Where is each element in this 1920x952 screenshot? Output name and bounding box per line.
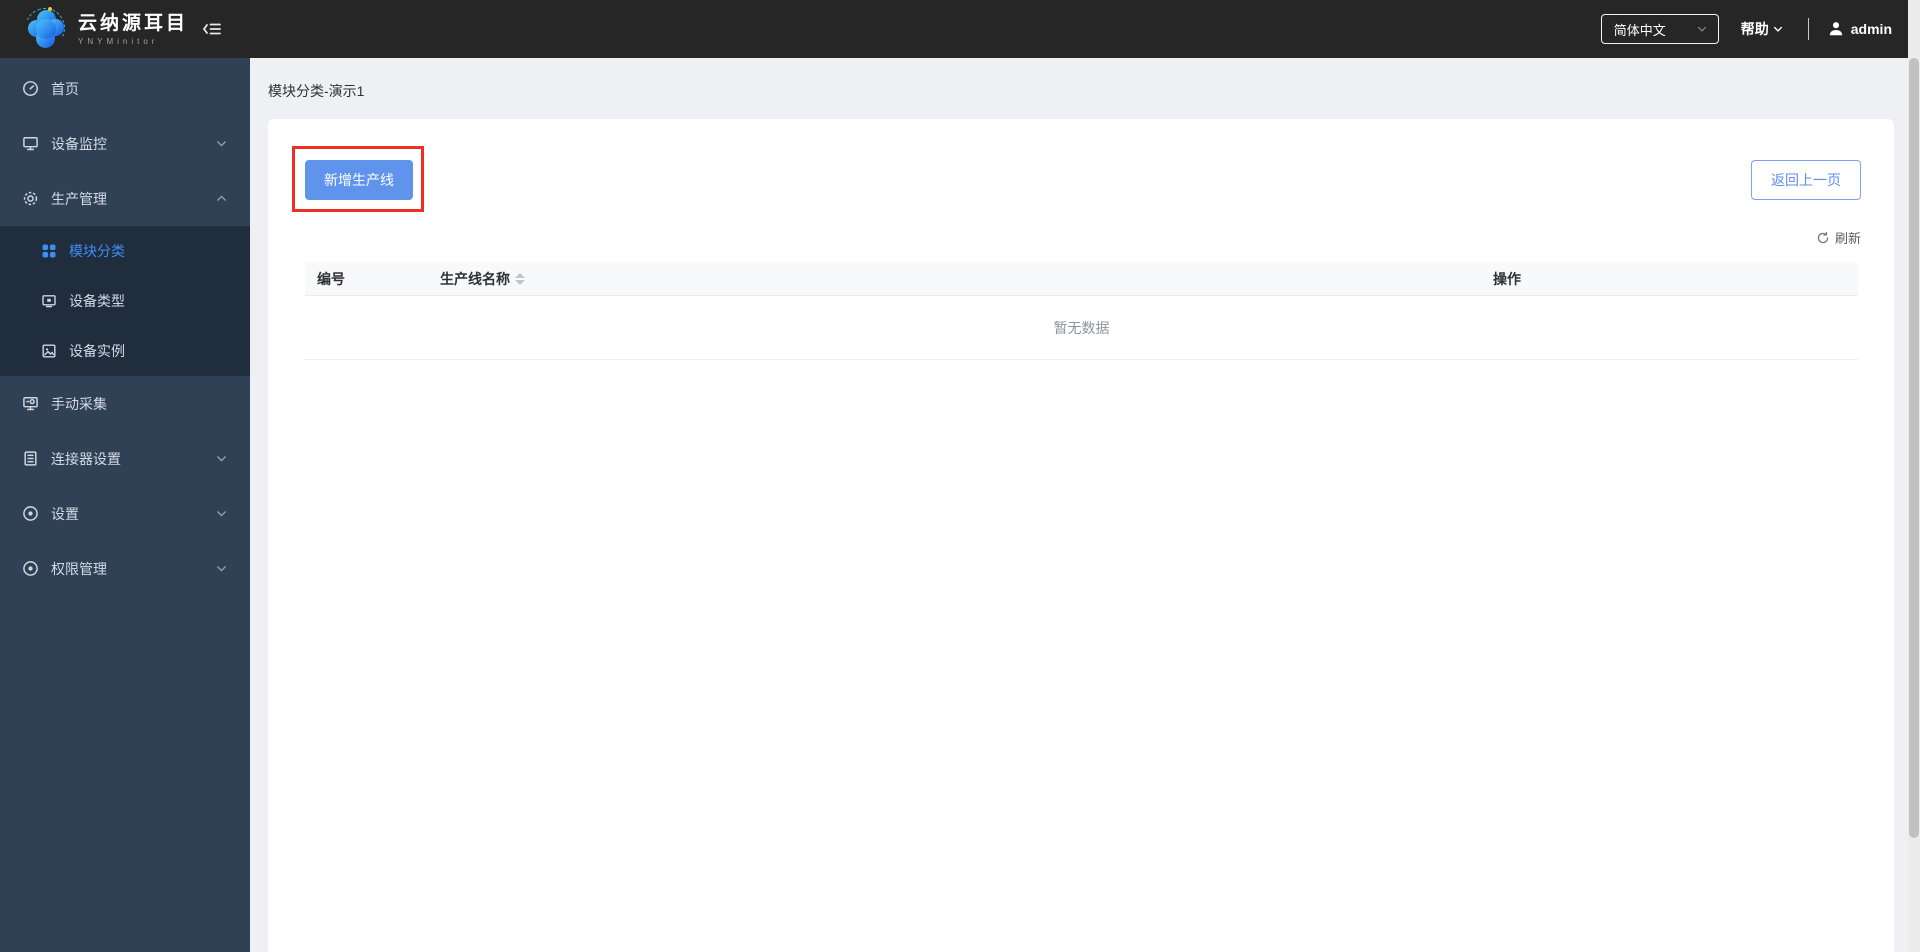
refresh-label: 刷新 <box>1834 231 1861 246</box>
chevron-up-icon <box>215 192 228 205</box>
sidebar-collapse-icon[interactable] <box>202 20 222 38</box>
content-card: 新增生产线 返回上一页 刷新 编号 生产线名称 操作 暂无数据 <box>268 119 1894 952</box>
column-header-id: 编号 <box>317 270 345 287</box>
sidebar-item-manual-collection[interactable]: 手动采集 <box>0 376 250 431</box>
sidebar-item-label: 首页 <box>51 80 79 97</box>
sidebar-item-settings[interactable]: 设置 <box>0 486 250 541</box>
table-header-row: 编号 生产线名称 操作 <box>305 262 1858 296</box>
app-subtitle: YNYMinitor <box>78 36 159 46</box>
vertical-scrollbar[interactable] <box>1908 0 1920 952</box>
sidebar-item-label: 权限管理 <box>51 560 107 577</box>
app-title: 云纳源耳目 <box>78 12 189 34</box>
language-select-value: 简体中文 <box>1613 22 1666 38</box>
production-management-submenu: 模块分类 设备类型 设备实例 <box>0 226 250 376</box>
permissions-icon <box>21 560 39 577</box>
chevron-down-icon <box>215 507 228 520</box>
chevron-down-icon <box>215 137 228 150</box>
sidebar-item-production-management[interactable]: 生产管理 <box>0 171 250 226</box>
manual-collect-icon <box>21 395 39 412</box>
sidebar-item-device-monitoring[interactable]: 设备监控 <box>0 116 250 171</box>
user-icon <box>1827 20 1845 38</box>
sidebar-subitem-module-category[interactable]: 模块分类 <box>0 226 250 276</box>
add-production-line-button[interactable]: 新增生产线 <box>305 160 413 200</box>
topbar: 云纳源耳目 YNYMinitor 简体中文 帮助 admin <box>0 0 1920 58</box>
sort-icon[interactable] <box>515 272 525 285</box>
sidebar-subitem-label: 设备实例 <box>69 343 125 359</box>
device-instance-icon <box>40 343 57 359</box>
chevron-down-icon <box>1772 23 1784 35</box>
refresh-icon <box>1816 231 1830 245</box>
column-header-name[interactable]: 生产线名称 <box>428 269 1481 289</box>
gauge-icon <box>21 80 39 97</box>
column-header-actions: 操作 <box>1493 270 1521 287</box>
refresh-button[interactable]: 刷新 <box>1816 228 1861 247</box>
monitor-icon <box>21 135 39 152</box>
sidebar-item-label: 手动采集 <box>51 395 107 412</box>
settings-icon <box>21 505 39 522</box>
sidebar-subitem-device-type[interactable]: 设备类型 <box>0 276 250 326</box>
sidebar-item-label: 设置 <box>51 505 79 522</box>
help-label: 帮助 <box>1740 21 1769 37</box>
sidebar-item-connector-settings[interactable]: 连接器设置 <box>0 431 250 486</box>
username: admin <box>1850 21 1892 37</box>
sidebar-item-label: 设备监控 <box>51 135 107 152</box>
scrollbar-thumb[interactable] <box>1909 58 1919 838</box>
production-line-table: 编号 生产线名称 操作 暂无数据 <box>305 262 1858 360</box>
connector-icon <box>21 450 39 467</box>
sidebar-subitem-device-instance[interactable]: 设备实例 <box>0 326 250 376</box>
cloud-logo-icon <box>19 2 71 54</box>
help-menu[interactable]: 帮助 <box>1741 19 1784 39</box>
sidebar-item-permission-management[interactable]: 权限管理 <box>0 541 250 596</box>
sidebar: 首页 设备监控 生产管理 模块分类 设备类型 设备实例 手动采集 连接器设置 设… <box>0 58 250 952</box>
chevron-down-icon <box>215 562 228 575</box>
language-select[interactable]: 简体中文 <box>1600 14 1719 44</box>
table-empty-state: 暂无数据 <box>305 296 1858 360</box>
page-title: 模块分类-演示1 <box>268 83 365 99</box>
gear-icon <box>21 190 39 207</box>
divider <box>1807 18 1809 40</box>
four-squares-icon <box>40 243 57 259</box>
chevron-down-icon <box>1696 23 1708 35</box>
sidebar-item-label: 连接器设置 <box>51 450 121 467</box>
chevron-down-icon <box>215 452 228 465</box>
sidebar-item-label: 生产管理 <box>51 190 107 207</box>
sidebar-subitem-label: 模块分类 <box>69 243 125 259</box>
main-content: 模块分类-演示1 新增生产线 返回上一页 刷新 编号 生产线名称 操作 暂无数据 <box>250 58 1920 952</box>
empty-text: 暂无数据 <box>1053 319 1110 336</box>
user-menu[interactable]: admin <box>1827 20 1892 38</box>
back-button[interactable]: 返回上一页 <box>1751 160 1861 200</box>
device-type-icon <box>40 293 57 309</box>
app-logo: 云纳源耳目 YNYMinitor <box>0 2 189 54</box>
sidebar-subitem-label: 设备类型 <box>69 293 125 309</box>
sidebar-item-home[interactable]: 首页 <box>0 61 250 116</box>
